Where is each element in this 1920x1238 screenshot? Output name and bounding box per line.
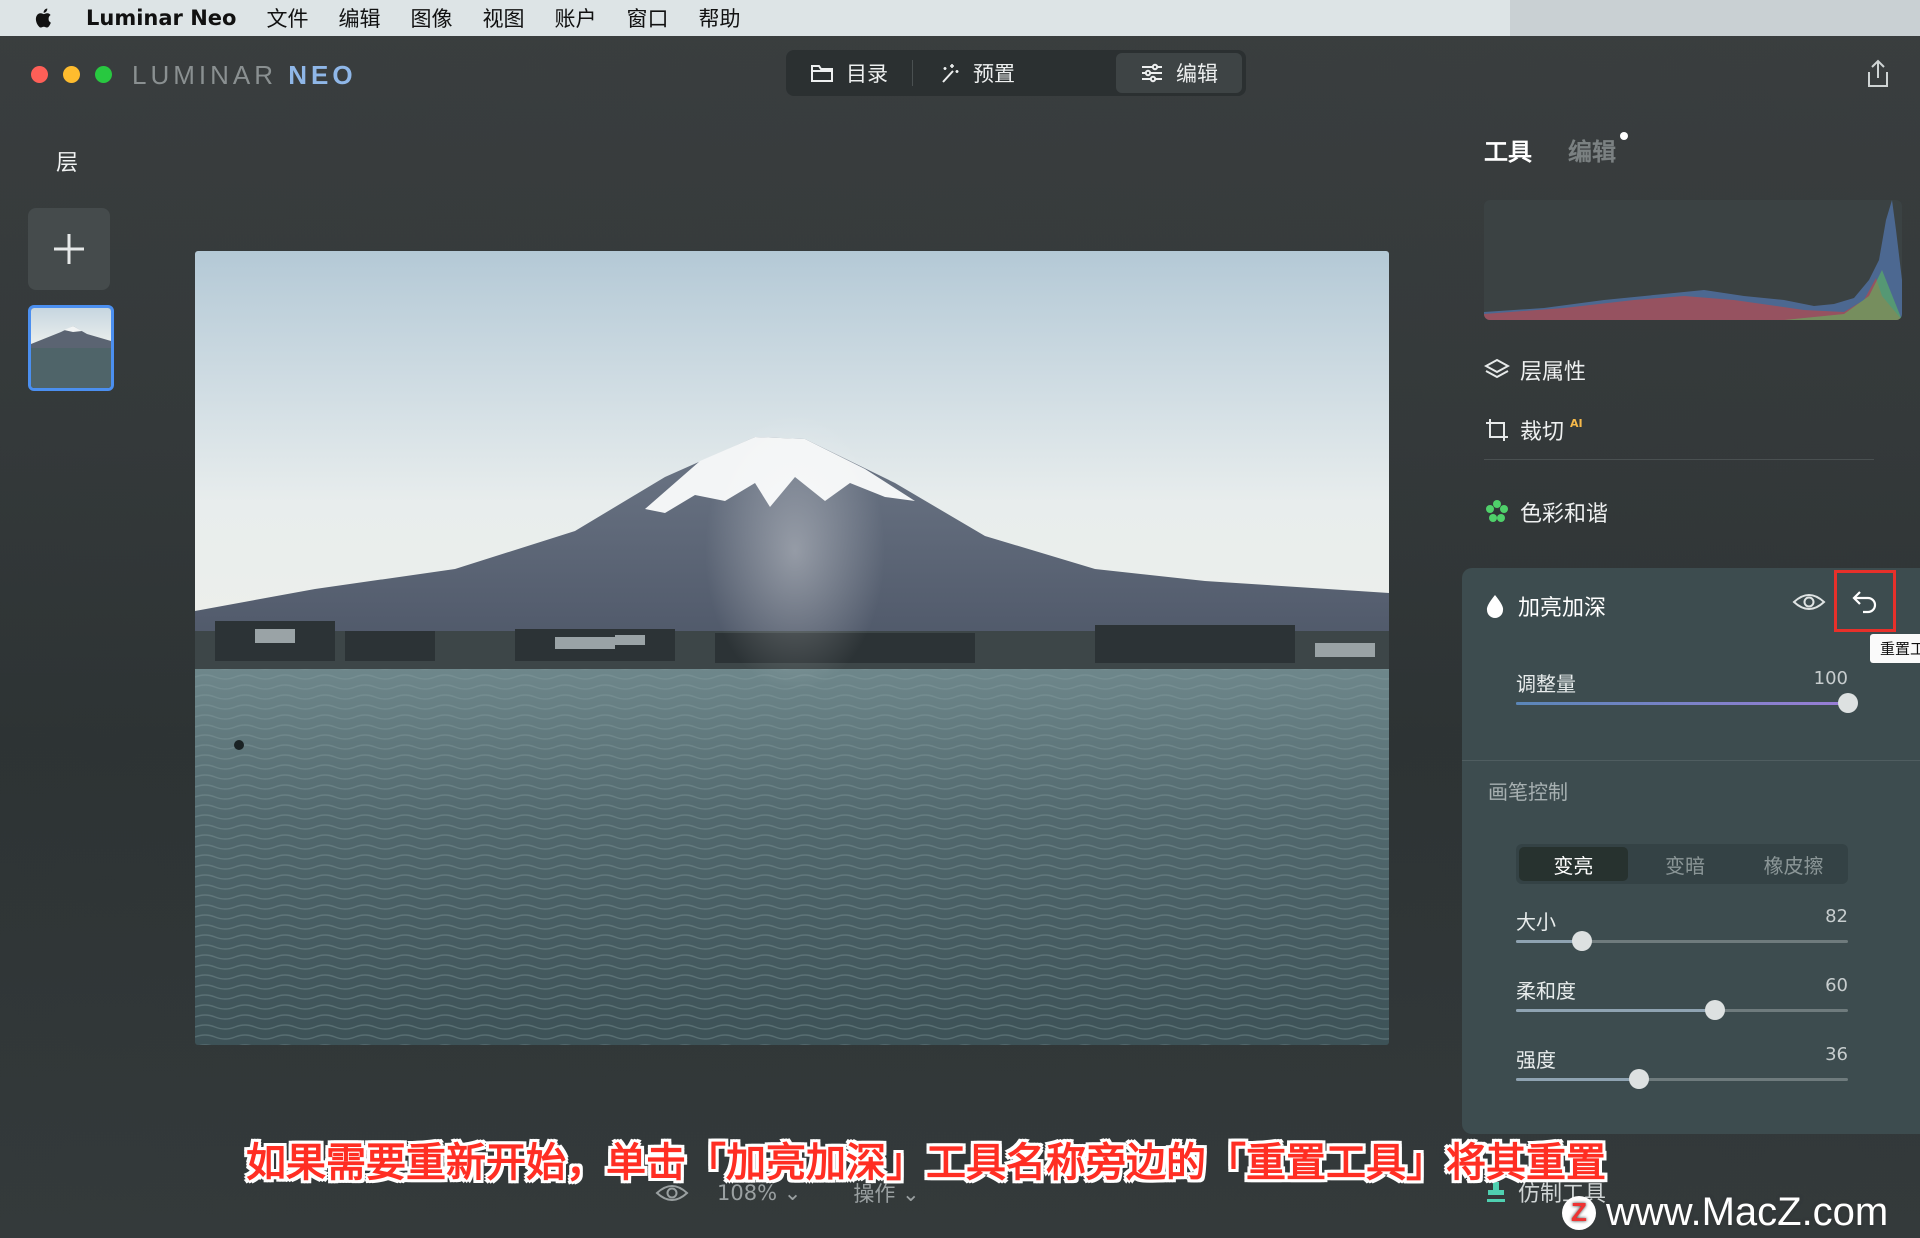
menu-bar: Luminar Neo 文件 编辑 图像 视图 账户 窗口 帮助 — [0, 0, 1920, 36]
photo-canvas[interactable] — [195, 251, 1389, 1045]
mode-lighten[interactable]: 变亮 — [1519, 847, 1628, 881]
tab-edit[interactable]: 编辑 — [1116, 53, 1242, 93]
amount-knob[interactable] — [1838, 693, 1858, 713]
layer-thumbnail[interactable] — [28, 305, 114, 391]
amount-fill — [1516, 702, 1848, 705]
mode-eraser[interactable]: 橡皮擦 — [1739, 844, 1848, 884]
plus-icon — [54, 234, 84, 264]
drop-icon — [1486, 595, 1504, 618]
apple-icon[interactable] — [34, 8, 52, 28]
zoom-window-button[interactable] — [95, 66, 112, 83]
tab-tools[interactable]: 工具 — [1484, 132, 1532, 167]
magic-wand-icon — [942, 64, 959, 83]
softness-fill — [1516, 1009, 1715, 1012]
crop-icon — [1486, 419, 1508, 441]
brush-mode-selector: 变亮 变暗 橡皮擦 — [1516, 844, 1848, 884]
menubar-right-area — [1510, 0, 1920, 36]
undo-arrow-icon — [1852, 591, 1877, 614]
tool-crop[interactable]: 裁切 AI — [1484, 414, 1583, 446]
dodge-burn-panel: 加亮加深 重置工具 调整量 100 画笔控制 变亮 变暗 橡皮擦 大小 82 柔… — [1462, 568, 1920, 1134]
tool-color-harmony[interactable]: 色彩和谐 — [1484, 496, 1608, 528]
menu-image[interactable]: 图像 — [410, 3, 452, 33]
reset-tooltip: 重置工具 — [1870, 634, 1920, 663]
edits-indicator-dot — [1620, 132, 1628, 140]
app-menu[interactable]: Luminar Neo — [86, 6, 236, 30]
mode-darken[interactable]: 变暗 — [1631, 844, 1740, 884]
reset-tool-button[interactable] — [1834, 570, 1896, 632]
app-logo: LUMINAR NEO — [132, 60, 357, 90]
menu-edit[interactable]: 编辑 — [338, 3, 380, 33]
menu-account[interactable]: 账户 — [554, 3, 596, 33]
minimize-window-button[interactable] — [63, 66, 80, 83]
panel-tabs: 工具 编辑 — [1484, 132, 1628, 167]
dodge-burn-header[interactable]: 加亮加深 — [1484, 590, 1606, 622]
strength-knob[interactable] — [1629, 1069, 1649, 1089]
histogram — [1484, 200, 1902, 320]
strength-fill — [1516, 1078, 1639, 1081]
softness-knob[interactable] — [1705, 1000, 1725, 1020]
mode-switcher: 目录 预置 编辑 — [786, 50, 1246, 96]
share-icon[interactable] — [1864, 58, 1892, 90]
folder-icon — [811, 65, 833, 82]
size-knob[interactable] — [1572, 931, 1592, 951]
tool-layer-properties[interactable]: 层属性 — [1484, 354, 1586, 386]
visibility-eye-icon[interactable] — [1792, 590, 1826, 614]
tab-catalog[interactable]: 目录 — [786, 53, 912, 93]
layers-icon — [1484, 358, 1510, 379]
panel-divider — [1484, 459, 1874, 460]
menu-view[interactable]: 视图 — [482, 3, 524, 33]
menu-help[interactable]: 帮助 — [698, 3, 740, 33]
tab-presets[interactable]: 预置 — [913, 53, 1039, 93]
brush-control-label: 画笔控制 — [1488, 780, 1568, 804]
close-window-button[interactable] — [31, 66, 48, 83]
card-divider — [1462, 760, 1920, 761]
layers-title: 层 — [56, 151, 79, 176]
menu-window[interactable]: 窗口 — [626, 3, 668, 33]
sliders-icon — [1142, 63, 1162, 83]
tab-edits[interactable]: 编辑 — [1568, 132, 1628, 167]
flower-icon — [1486, 500, 1508, 522]
add-layer-button[interactable] — [28, 208, 110, 290]
ai-badge: AI — [1570, 416, 1583, 430]
watermark: Z www.MacZ.com — [1562, 1190, 1888, 1235]
z-logo-icon: Z — [1562, 1195, 1596, 1230]
tutorial-caption: 如果需要重新开始，单击「加亮加深」工具名称旁边的「重置工具」将其重置 — [246, 1140, 1606, 1186]
menu-file[interactable]: 文件 — [266, 3, 308, 33]
